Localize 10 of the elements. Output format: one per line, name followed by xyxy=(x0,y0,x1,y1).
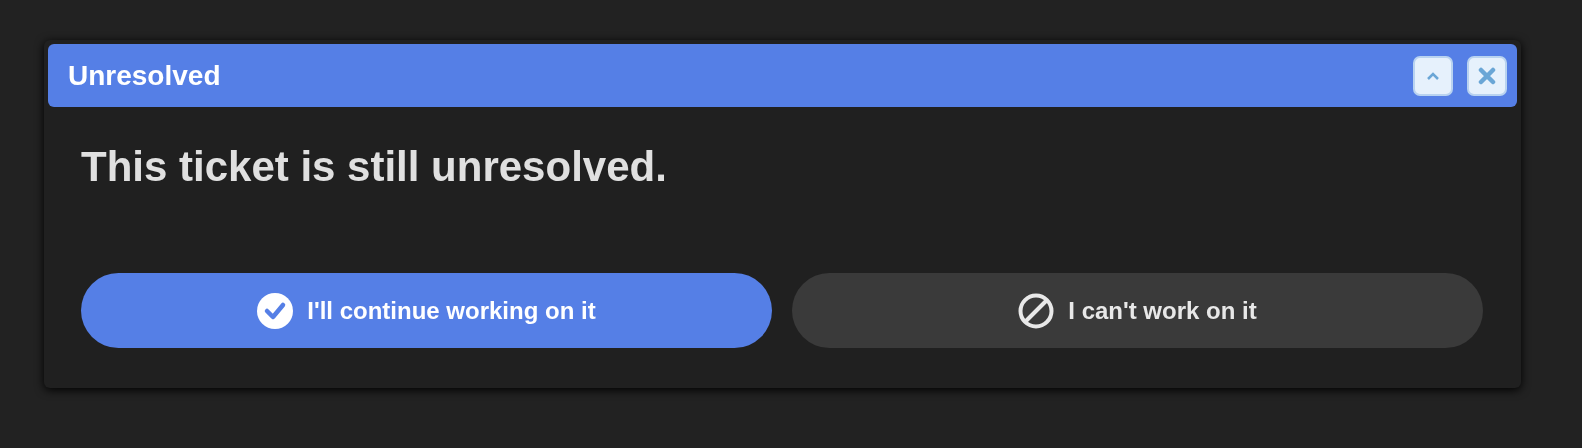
continue-button[interactable]: I'll continue working on it xyxy=(81,273,772,348)
prohibited-icon xyxy=(1018,292,1055,329)
caret-up-icon xyxy=(1426,70,1440,81)
decline-button[interactable]: I can't work on it xyxy=(792,273,1483,348)
check-circle-icon xyxy=(257,292,294,329)
close-button[interactable] xyxy=(1467,55,1507,96)
message-text: This ticket is still unresolved. xyxy=(81,143,668,192)
collapse-button[interactable] xyxy=(1413,55,1453,96)
dialog-title: Unresolved xyxy=(68,59,221,92)
close-icon xyxy=(1478,66,1496,85)
